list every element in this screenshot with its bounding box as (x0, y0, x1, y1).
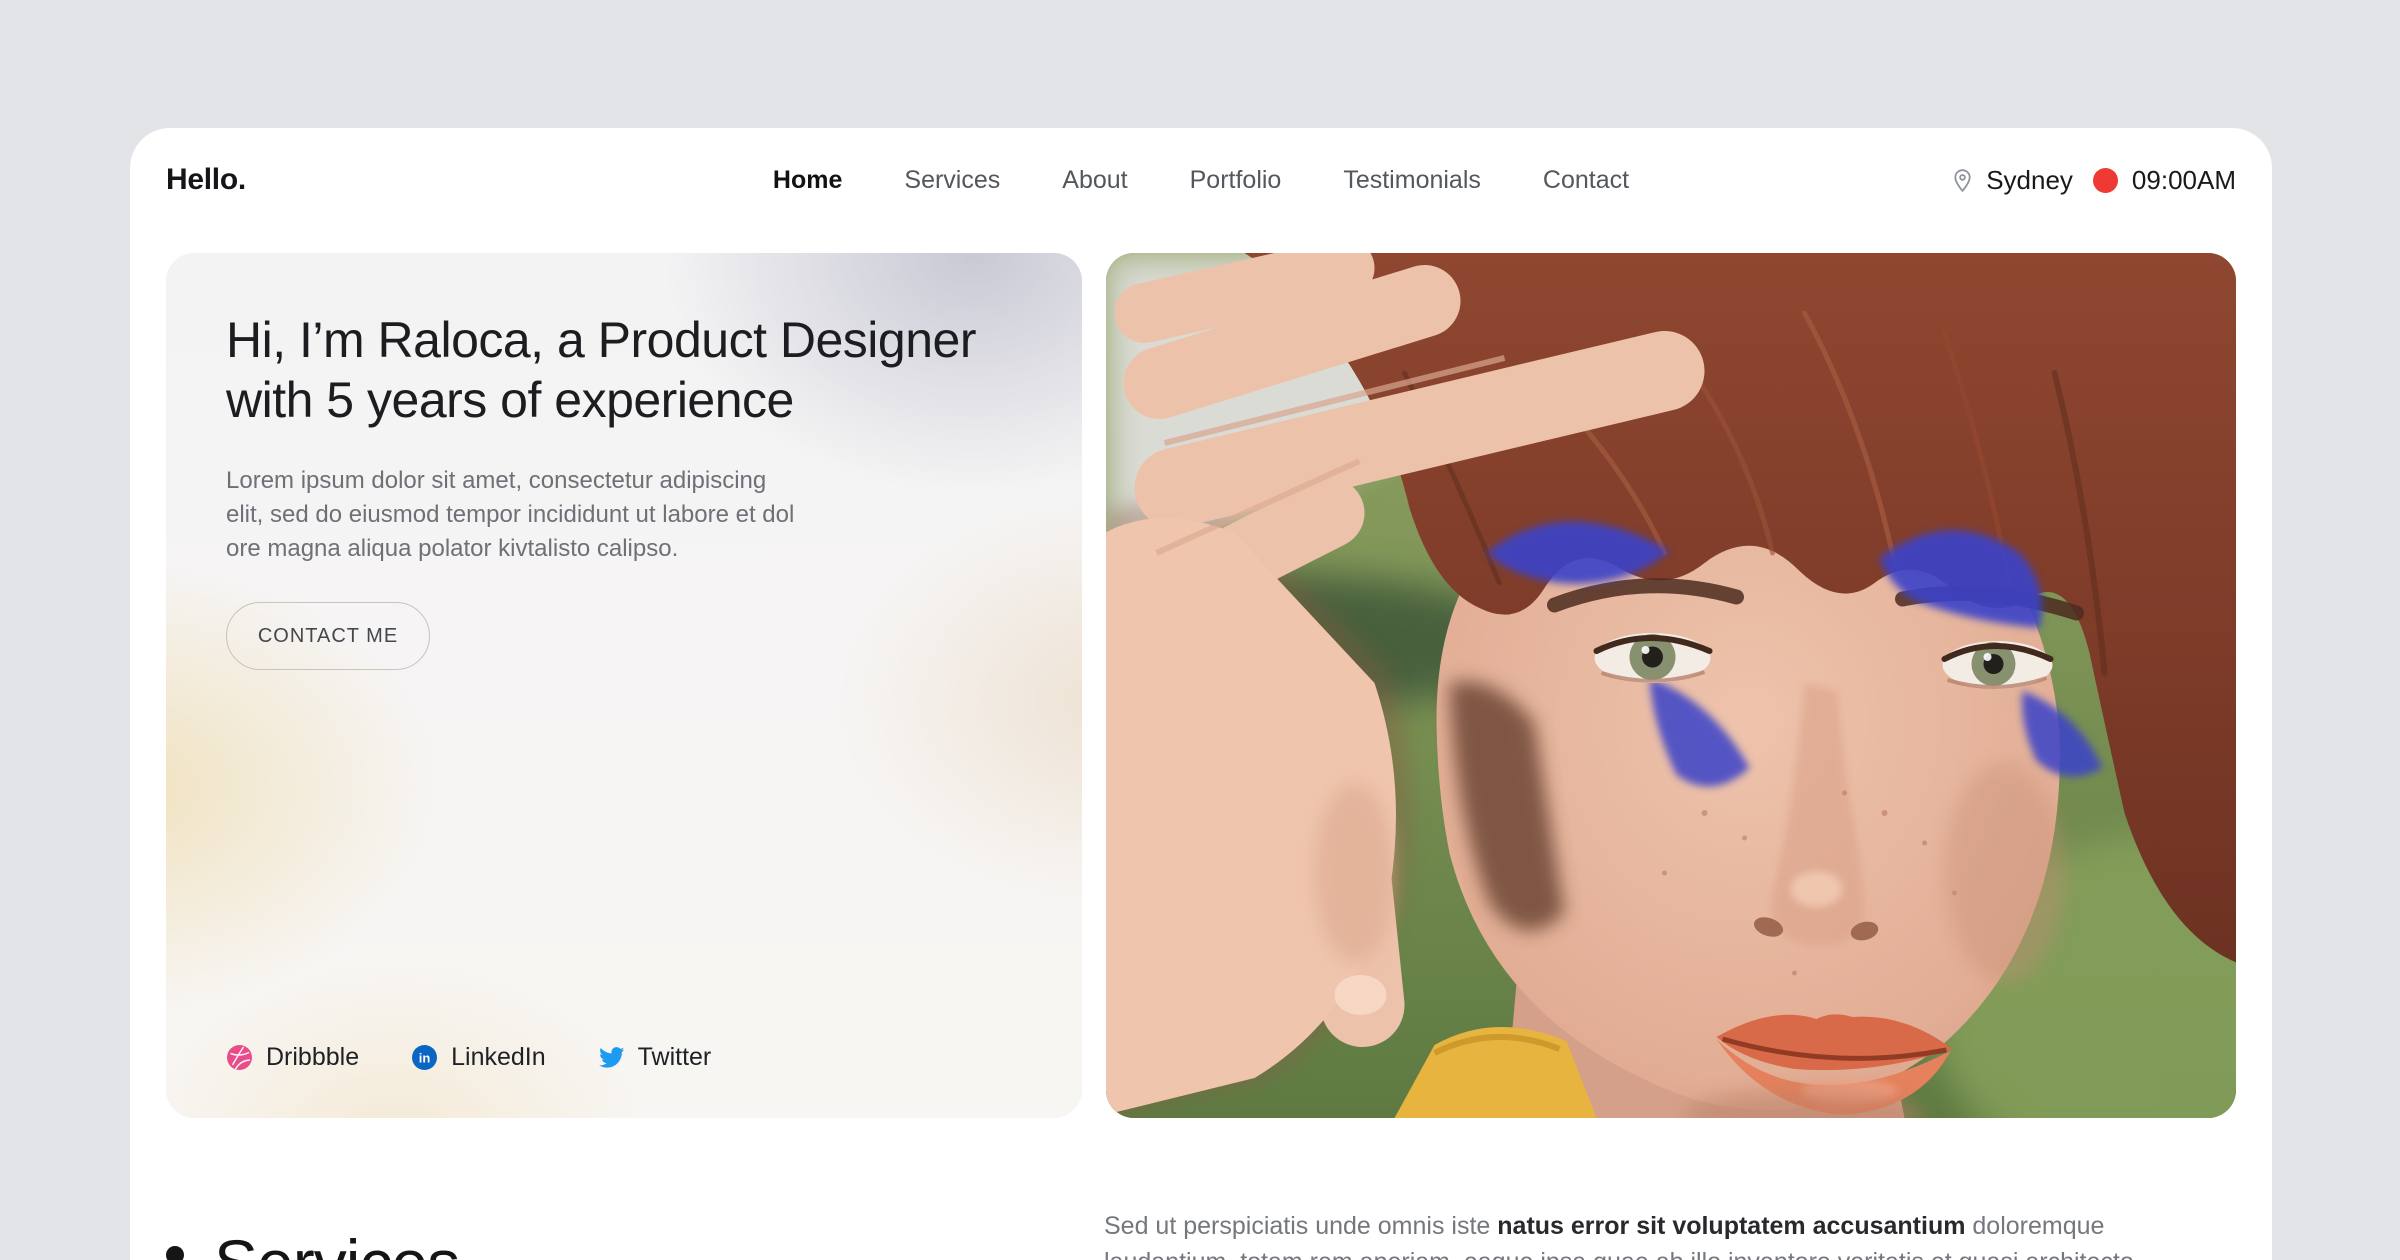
main-card: Hello. Home Services About Portfolio Tes… (130, 128, 2272, 1260)
social-label: Dribbble (266, 1043, 359, 1072)
social-link-linkedin[interactable]: in LinkedIn (411, 1043, 546, 1072)
local-time: 09:00AM (2132, 165, 2236, 196)
contact-me-button[interactable]: CONTACT ME (226, 602, 430, 670)
nav-item-services[interactable]: Services (904, 166, 1000, 194)
svg-text:in: in (419, 1051, 431, 1066)
services-section-heading: Services (166, 1224, 459, 1260)
list-bullet (166, 1246, 184, 1260)
hero-intro-card: Hi, I’m Raloca, a Product Designer with … (166, 253, 1082, 1118)
services-title: Services (214, 1224, 459, 1260)
location-time: Sydney 09:00AM (1949, 165, 2236, 196)
portrait-illustration (1106, 253, 2236, 1118)
nav-item-testimonials[interactable]: Testimonials (1343, 166, 1481, 194)
nav-item-portfolio[interactable]: Portfolio (1190, 166, 1282, 194)
site-logo[interactable]: Hello. (166, 163, 246, 197)
services-intro-paragraph: Sed ut perspiciatis unde omnis iste natu… (1104, 1208, 2186, 1260)
site-header: Hello. Home Services About Portfolio Tes… (130, 128, 2272, 232)
status-dot (2093, 168, 2118, 193)
social-label: Twitter (638, 1043, 712, 1072)
nav-item-contact[interactable]: Contact (1543, 166, 1629, 194)
dribbble-icon (226, 1044, 253, 1071)
intro-text-bold: natus error sit voluptatem accusantium (1497, 1212, 1965, 1240)
nav-item-home[interactable]: Home (773, 166, 842, 194)
linkedin-icon: in (411, 1044, 438, 1071)
hero-section: Hi, I’m Raloca, a Product Designer with … (166, 253, 2236, 1118)
social-label: LinkedIn (451, 1043, 546, 1072)
map-pin-icon (1949, 167, 1976, 194)
hero-heading: Hi, I’m Raloca, a Product Designer with … (226, 310, 1022, 430)
social-link-dribbble[interactable]: Dribbble (226, 1043, 359, 1072)
portrait-photo (1106, 253, 2236, 1118)
intro-text-1: Sed ut perspiciatis unde omnis iste (1104, 1212, 1497, 1240)
nav-item-about[interactable]: About (1062, 166, 1127, 194)
hero-paragraph: Lorem ipsum dolor sit amet, consectetur … (226, 464, 1022, 566)
main-nav: Home Services About Portfolio Testimonia… (773, 166, 1629, 195)
location-city: Sydney (1986, 165, 2073, 196)
social-link-twitter[interactable]: Twitter (598, 1043, 712, 1072)
social-links: Dribbble in LinkedIn Twitter (226, 1043, 711, 1072)
twitter-icon (598, 1044, 625, 1071)
